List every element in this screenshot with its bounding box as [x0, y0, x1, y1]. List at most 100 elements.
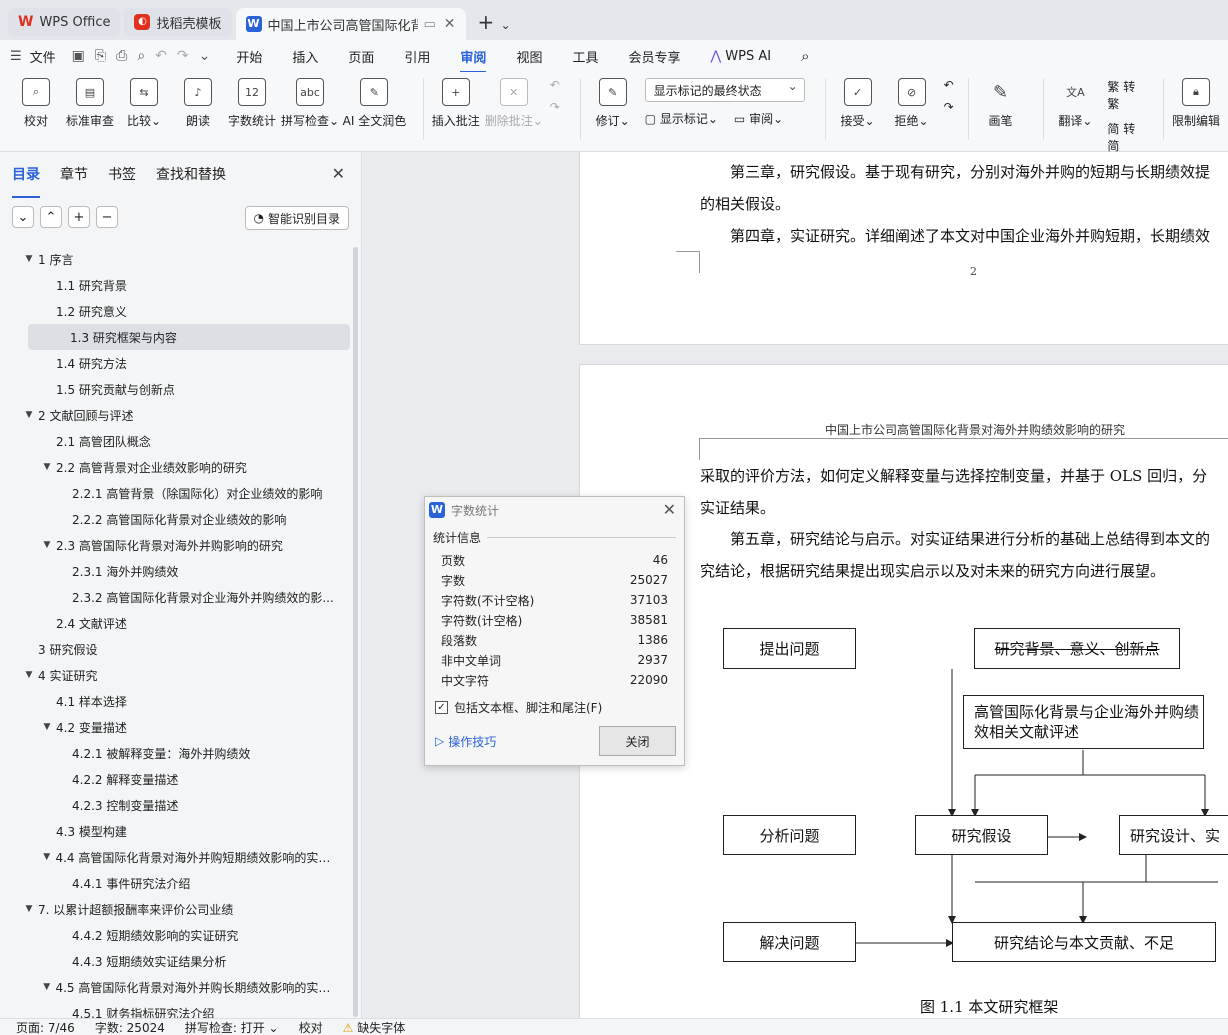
review-pane-button[interactable]: ▭ 审阅⌄	[734, 110, 783, 127]
tab-toc[interactable]: 目录	[12, 164, 40, 198]
hamburger-icon[interactable]: ☰	[10, 49, 22, 64]
remove-icon[interactable]: −	[96, 206, 118, 228]
toc-item[interactable]: 4.1 样本选择	[0, 688, 340, 714]
expand-icon[interactable]: ⌄	[12, 206, 34, 228]
status-page[interactable]: 页面: 7/46	[16, 1019, 75, 1035]
status-proofread[interactable]: 校对	[299, 1019, 323, 1035]
toc-item[interactable]: ▼ 4.2 变量描述	[0, 714, 340, 740]
menu-wps-ai[interactable]: ⋀ WPS AI	[710, 49, 771, 64]
toc-item[interactable]: 4.4.3 短期绩效实证结果分析	[0, 948, 340, 974]
tab-find-replace[interactable]: 查找和替换	[156, 164, 226, 190]
toc-item[interactable]: 2.3.1 海外并购绩效	[0, 558, 340, 584]
collapse-icon[interactable]: ⌃	[40, 206, 62, 228]
toc-item[interactable]: 2.2.1 高管背景（除国际化）对企业绩效的影响	[0, 480, 340, 506]
expand-arrow-icon[interactable]: ▼	[22, 254, 36, 264]
tab-wps-office[interactable]: W WPS Office	[8, 8, 121, 36]
status-word-count[interactable]: 字数: 25024	[95, 1019, 165, 1035]
menu-reference[interactable]: 引用	[404, 47, 430, 66]
expand-arrow-icon[interactable]: ▼	[40, 540, 54, 550]
prev-comment-icon[interactable]: ↶	[550, 78, 560, 92]
status-spell-check[interactable]: 拼写检查: 打开 ⌄	[185, 1019, 279, 1035]
accept-button[interactable]: ✓ 接受⌄	[836, 78, 880, 129]
toc-item[interactable]: 1.2 研究意义	[0, 298, 340, 324]
toc-item[interactable]: 4.2.2 解释变量描述	[0, 766, 340, 792]
close-pane-icon[interactable]: ✕	[332, 164, 345, 183]
menu-review[interactable]: 审阅	[460, 47, 487, 73]
toc-item[interactable]: 4.3 模型构建	[0, 818, 340, 844]
new-tab-icon[interactable]: + ⌄	[478, 10, 511, 34]
tab-bookmark[interactable]: 书签	[108, 164, 136, 190]
toc-item[interactable]: 2.1 高管团队概念	[0, 428, 340, 454]
show-markup-button[interactable]: ▢ 显示标记⌄	[645, 110, 718, 127]
to-traditional-button[interactable]: 繁 转繁	[1107, 78, 1143, 112]
to-simplified-button[interactable]: 简 转简	[1107, 120, 1143, 154]
track-changes-button[interactable]: ✎ 修订⌄	[591, 78, 635, 129]
toc-item[interactable]: 1.1 研究背景	[0, 272, 340, 298]
translate-button[interactable]: 文A 翻译⌄	[1053, 78, 1097, 129]
menu-insert[interactable]: 插入	[292, 47, 318, 66]
export-icon[interactable]: ⎘	[95, 48, 106, 64]
read-aloud-button[interactable]: ♪ 朗读	[176, 78, 220, 129]
close-icon[interactable]: ✕	[663, 500, 676, 519]
toc-item[interactable]: ▼ 2.2 高管背景对企业绩效影响的研究	[0, 454, 340, 480]
insert-comment-button[interactable]: + 插入批注	[432, 78, 480, 129]
menu-view[interactable]: 视图	[516, 47, 542, 66]
undo-icon[interactable]: ↶	[155, 48, 167, 64]
markup-select[interactable]: 显示标记的最终状态	[644, 78, 805, 102]
expand-arrow-icon[interactable]: ▼	[22, 904, 36, 914]
expand-arrow-icon[interactable]: ▼	[40, 852, 53, 862]
menu-member[interactable]: 会员专享	[628, 47, 680, 66]
include-textbox-checkbox[interactable]: ✓ 包括文本框、脚注和尾注(F)	[425, 690, 684, 716]
word-count-button[interactable]: 12 字数统计	[228, 78, 276, 129]
toc-item[interactable]: 2.2.2 高管国际化背景对企业绩效的影响	[0, 506, 340, 532]
close-button[interactable]: 关闭	[599, 726, 676, 756]
reject-button[interactable]: ⊘ 拒绝⌄	[890, 78, 934, 129]
expand-arrow-icon[interactable]: ▼	[40, 982, 53, 992]
print-icon[interactable]: ⎙	[116, 48, 127, 64]
toc-item[interactable]: ▼ 2 文献回顾与评述	[0, 402, 340, 428]
toc-item[interactable]: ▼ 1 序言	[0, 246, 340, 272]
tips-link[interactable]: ▷ 操作技巧	[435, 733, 496, 750]
smart-toc-button[interactable]: ◔ 智能识别目录	[244, 206, 349, 230]
pen-button[interactable]: ✎ 画笔	[979, 78, 1023, 129]
standard-review-button[interactable]: ▤ 标准审查	[66, 78, 114, 129]
monitor-icon[interactable]: ▭	[424, 17, 436, 32]
toc-item[interactable]: 2.4 文献评述	[0, 610, 340, 636]
status-missing-font[interactable]: ⚠ 缺失字体	[343, 1019, 406, 1035]
toc-item[interactable]: 4.4.1 事件研究法介绍	[0, 870, 340, 896]
toc-item[interactable]: 1.5 研究贡献与创新点	[0, 376, 340, 402]
toc-item[interactable]: 2.3.2 高管国际化背景对企业海外并购绩效的影...	[0, 584, 340, 610]
close-icon[interactable]: ✕	[444, 16, 456, 32]
toc-item[interactable]: 4.4.2 短期绩效影响的实证研究	[0, 922, 340, 948]
toc-item[interactable]: 1.3 研究框架与内容	[28, 324, 350, 350]
toc-item[interactable]: ▼ 4.4 高管国际化背景对海外并购短期绩效影响的实证 ...	[0, 844, 340, 870]
tab-chapter[interactable]: 章节	[60, 164, 88, 190]
delete-comment-button[interactable]: ✕ 删除批注⌄	[485, 78, 543, 129]
prev-revision-icon[interactable]: ↶	[944, 78, 954, 92]
expand-arrow-icon[interactable]: ▼	[40, 722, 54, 732]
print-preview-icon[interactable]: ⌕	[137, 48, 145, 64]
restrict-edit-button[interactable]: 🔒︎ 限制编辑	[1172, 78, 1220, 129]
expand-arrow-icon[interactable]: ▼	[22, 410, 36, 420]
ai-polish-button[interactable]: ✎ AI 全文润色	[343, 78, 406, 129]
toc-item[interactable]: 4.2.1 被解释变量：海外并购绩效	[0, 740, 340, 766]
add-icon[interactable]: +	[68, 206, 90, 228]
tab-template[interactable]: ◐ 找稻壳模板	[124, 8, 232, 36]
toc-item[interactable]: 1.4 研究方法	[0, 350, 340, 376]
next-revision-icon[interactable]: ↷	[944, 100, 954, 114]
compare-button[interactable]: ⇆ 比较⌄	[122, 78, 166, 129]
proofread-button[interactable]: ⌕ 校对	[14, 78, 58, 129]
menu-start[interactable]: 开始	[236, 47, 262, 66]
spell-check-button[interactable]: abc 拼写检查⌄	[281, 78, 339, 129]
menu-page[interactable]: 页面	[348, 47, 374, 66]
expand-arrow-icon[interactable]: ▼	[40, 462, 54, 472]
expand-arrow-icon[interactable]: ▼	[22, 670, 36, 680]
menu-file[interactable]: 文件	[30, 47, 56, 66]
toc-item[interactable]: ▼ 7. 以累计超额报酬率来评价公司业绩	[0, 896, 340, 922]
menu-tools[interactable]: 工具	[572, 47, 598, 66]
toc-item[interactable]: ▼ 2.3 高管国际化背景对海外并购影响的研究	[0, 532, 340, 558]
toc-item[interactable]: 4.2.3 控制变量描述	[0, 792, 340, 818]
tab-document[interactable]: W 中国上市公司高管国际化背景... ▭ ✕	[235, 8, 466, 40]
pane-scrollbar[interactable]	[353, 247, 358, 1017]
save-icon[interactable]: ▣	[72, 48, 85, 64]
